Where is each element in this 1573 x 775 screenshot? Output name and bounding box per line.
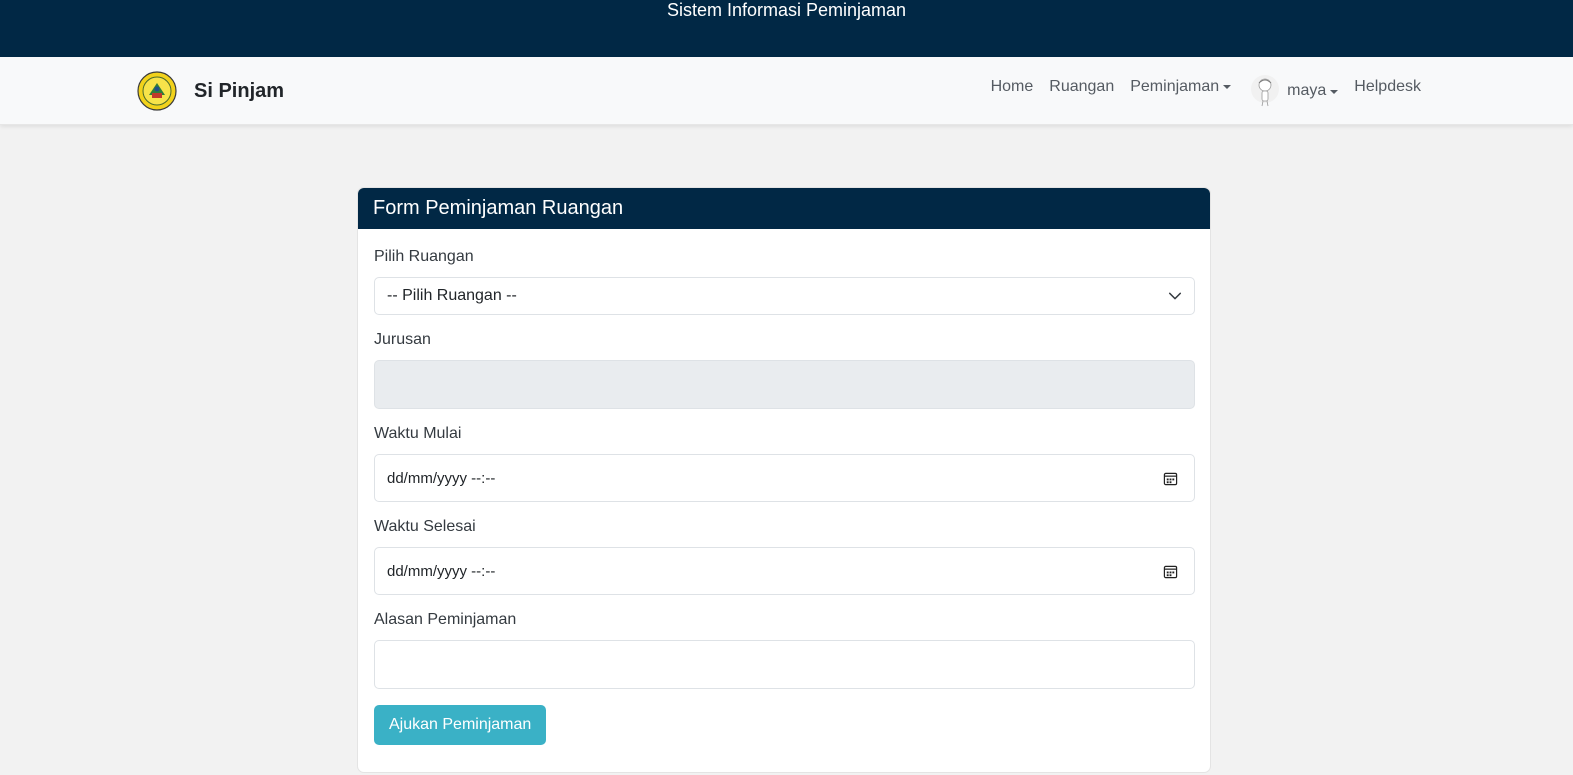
mulai-group: Waktu Mulai dd/mm/yyyy --:--	[374, 422, 1195, 502]
selesai-group: Waktu Selesai dd/mm/yyyy --:--	[374, 515, 1195, 595]
alasan-group: Alasan Peminjaman	[374, 608, 1195, 689]
nav-links: Home Ruangan Peminjaman maya Helpdesk	[975, 57, 1421, 125]
nav-helpdesk[interactable]: Helpdesk	[1354, 78, 1421, 96]
calendar-icon[interactable]	[1163, 564, 1178, 579]
nav-peminjaman-label: Peminjaman	[1130, 78, 1220, 95]
jurusan-field	[374, 360, 1195, 409]
top-banner: Sistem Informasi Peminjaman	[0, 0, 1573, 57]
selesai-label: Waktu Selesai	[374, 518, 476, 535]
ruangan-label: Pilih Ruangan	[374, 248, 474, 265]
brand-name: Si Pinjam	[194, 79, 285, 102]
waktu-selesai-input[interactable]: dd/mm/yyyy --:--	[374, 547, 1195, 595]
ruangan-selected-value: -- Pilih Ruangan --	[387, 287, 517, 304]
alasan-input[interactable]	[374, 640, 1195, 689]
brand[interactable]: Si Pinjam	[137, 71, 284, 111]
caret-down-icon	[1223, 85, 1232, 89]
waktu-mulai-placeholder: dd/mm/yyyy --:--	[387, 469, 496, 487]
system-title: Sistem Informasi Peminjaman	[666, 0, 907, 20]
mulai-label: Waktu Mulai	[374, 425, 462, 442]
form-header: Form Peminjaman Ruangan	[358, 188, 1210, 229]
jurusan-group: Jurusan	[374, 328, 1195, 409]
alasan-label: Alasan Peminjaman	[374, 611, 517, 628]
waktu-mulai-input[interactable]: dd/mm/yyyy --:--	[374, 454, 1195, 502]
university-logo-icon	[137, 71, 177, 111]
navbar: Si Pinjam Home Ruangan Peminjaman maya H…	[0, 57, 1573, 125]
jurusan-label: Jurusan	[374, 331, 431, 348]
user-avatar-icon	[1251, 75, 1280, 107]
caret-down-icon	[1330, 90, 1339, 94]
borrow-form-card: Form Peminjaman Ruangan Pilih Ruangan --…	[357, 187, 1211, 773]
form-body: Pilih Ruangan -- Pilih Ruangan -- Jurusa…	[358, 229, 1210, 745]
submit-button[interactable]: Ajukan Peminjaman	[374, 705, 547, 745]
user-name: maya	[1287, 82, 1327, 99]
calendar-icon[interactable]	[1163, 471, 1178, 486]
nav-ruangan[interactable]: Ruangan	[1049, 78, 1114, 96]
nav-peminjaman-dropdown[interactable]: Peminjaman	[1130, 78, 1232, 96]
ruangan-select[interactable]: -- Pilih Ruangan --	[374, 277, 1195, 315]
ruangan-group: Pilih Ruangan -- Pilih Ruangan --	[374, 245, 1195, 315]
waktu-selesai-placeholder: dd/mm/yyyy --:--	[387, 562, 496, 580]
user-menu[interactable]: maya	[1251, 75, 1339, 107]
chevron-down-icon	[1168, 292, 1182, 300]
nav-home[interactable]: Home	[991, 78, 1034, 96]
